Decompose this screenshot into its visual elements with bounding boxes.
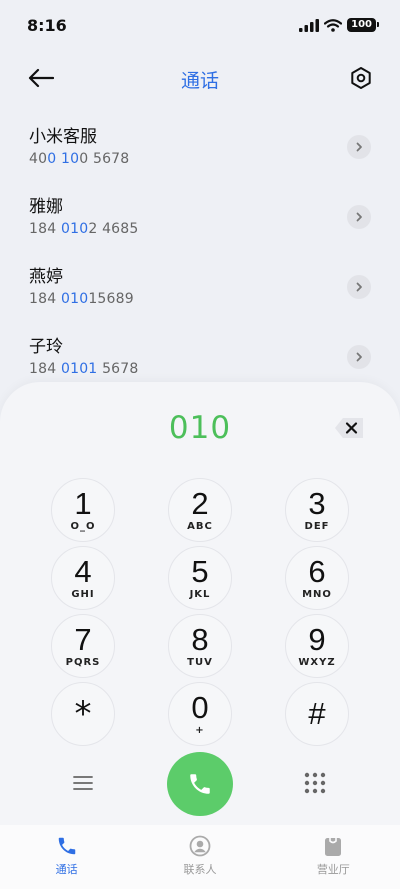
- settings-button[interactable]: [346, 63, 376, 93]
- tab-service-hall[interactable]: 营业厅: [267, 825, 400, 889]
- page-title: 通话: [180, 70, 219, 92]
- contact-item[interactable]: 雅娜 184 0102 4685: [0, 180, 400, 250]
- contact-item[interactable]: 小米客服 400 100 5678: [0, 110, 400, 180]
- contact-list: 小米客服 400 100 5678 雅娜 184 0102 4685 燕婷 18…: [0, 110, 400, 390]
- dialer-panel: 010 1 O_O 2 ABC 3 DEF 4 GHI 5 JKL 6 MNO …: [0, 382, 400, 825]
- tab-label: 营业厅: [316, 863, 350, 876]
- shopping-bag-icon: [325, 838, 342, 856]
- contact-detail-button[interactable]: [347, 135, 371, 159]
- tab-label: 联系人: [183, 863, 217, 876]
- person-icon: [189, 835, 211, 857]
- status-bar: 8:16 100: [0, 0, 400, 56]
- contact-number: 184 0101 5678: [29, 361, 139, 377]
- chevron-right-icon: [356, 142, 362, 152]
- tab-calls[interactable]: 通话: [0, 825, 133, 889]
- phone-icon: [190, 774, 210, 794]
- key-3[interactable]: 3 DEF: [285, 478, 349, 542]
- key-8[interactable]: 8 TUV: [168, 614, 232, 678]
- contact-name: 小米客服: [29, 127, 97, 147]
- key-star[interactable]: *: [51, 682, 115, 746]
- wifi-icon: [324, 18, 343, 32]
- key-2[interactable]: 2 ABC: [168, 478, 232, 542]
- menu-icon: [73, 776, 93, 790]
- contact-detail-button[interactable]: [347, 345, 371, 369]
- contact-number: 184 01015689: [29, 291, 134, 307]
- signal-icon: [299, 18, 320, 32]
- chevron-right-icon: [356, 282, 362, 292]
- tab-label: 通话: [55, 863, 78, 876]
- key-9[interactable]: 9 WXYZ: [285, 614, 349, 678]
- contact-number: 184 0102 4685: [29, 221, 139, 237]
- battery-icon: 100: [347, 18, 379, 32]
- key-hash[interactable]: #: [285, 682, 349, 746]
- key-7[interactable]: 7 PQRS: [51, 614, 115, 678]
- tab-bar: 通话 联系人 营业厅: [0, 825, 400, 889]
- dots-grid-icon: [304, 772, 326, 794]
- settings-hexagon-icon: [351, 67, 371, 89]
- key-4[interactable]: 4 GHI: [51, 546, 115, 610]
- backspace-icon: [335, 418, 363, 438]
- contact-number: 400 100 5678: [29, 151, 130, 167]
- dialer-actions: [0, 750, 400, 816]
- backspace-button[interactable]: [334, 417, 364, 439]
- key-5[interactable]: 5 JKL: [168, 546, 232, 610]
- contact-detail-button[interactable]: [347, 275, 371, 299]
- key-6[interactable]: 6 MNO: [285, 546, 349, 610]
- status-time: 8:16: [27, 16, 67, 35]
- header: 通话: [0, 56, 400, 100]
- status-icons: 100: [299, 18, 379, 32]
- tab-contacts[interactable]: 联系人: [133, 825, 266, 889]
- menu-button[interactable]: [68, 768, 98, 798]
- keypad-toggle-button[interactable]: [300, 768, 330, 798]
- contact-item[interactable]: 燕婷 184 01015689: [0, 250, 400, 320]
- contact-detail-button[interactable]: [347, 205, 371, 229]
- contact-name: 燕婷: [29, 267, 63, 287]
- chevron-right-icon: [356, 352, 362, 362]
- contact-name: 子玲: [29, 337, 63, 357]
- phone-icon: [58, 837, 75, 855]
- contact-name: 雅娜: [29, 197, 63, 217]
- key-1[interactable]: 1 O_O: [51, 478, 115, 542]
- chevron-right-icon: [356, 212, 362, 222]
- key-0[interactable]: 0 +: [168, 682, 232, 746]
- contact-item[interactable]: 子玲 184 0101 5678: [0, 320, 400, 390]
- call-button[interactable]: [167, 752, 233, 816]
